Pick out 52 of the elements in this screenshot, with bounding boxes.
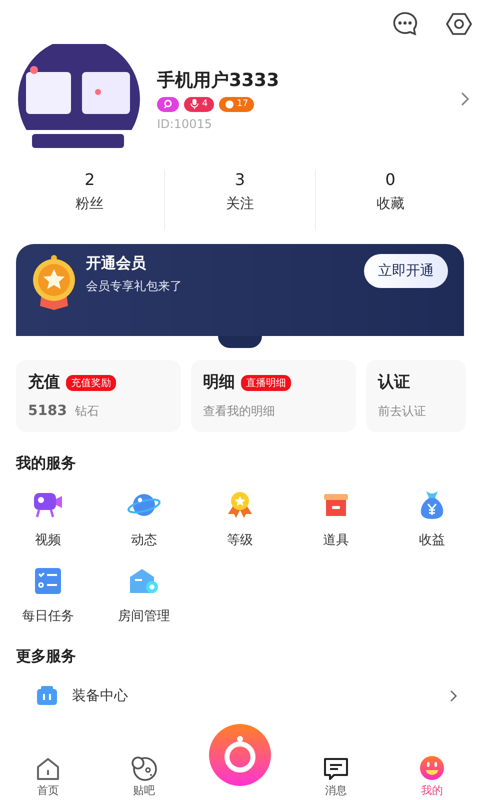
chevron-icon[interactable] [460,91,470,107]
star-medal-icon [32,254,76,310]
user-id: ID:10015 [157,116,213,130]
smiley-icon [419,755,445,781]
stat-label[interactable]: 关注 [226,195,254,213]
service-card[interactable]: 充值 充值奖励 5183 钻石 [16,360,181,432]
service-card[interactable]: 认证 前去认证 [366,360,466,432]
card-subtitle: 前去认证 [378,403,427,420]
home-icon [35,757,61,781]
service-label[interactable]: 视频 [35,531,61,549]
tab-item[interactable]: 贴吧 [96,744,192,800]
banner-notch [218,336,262,348]
chevron-icon[interactable] [450,690,458,702]
settings-icon[interactable] [445,10,473,38]
level-badge: 17 [218,96,254,112]
menu-item-label[interactable]: 装备中心 [72,687,436,705]
tab-item[interactable]: 消息 [288,744,384,800]
stat-value[interactable]: 0 [385,170,396,189]
service-label[interactable]: 道具 [323,531,349,549]
tag-label: 充值奖励 [66,374,116,390]
diamond-count: 5183 [28,403,67,419]
card-title: 充值 [28,372,60,393]
service-label[interactable]: 动态 [131,531,157,549]
stat-label[interactable]: 收藏 [376,195,404,213]
diamond-unit: 钻石 [74,403,99,420]
vip-title: 开通会员 [86,254,147,273]
bubbles-icon [130,755,158,781]
open-vip-button[interactable]: 立即开通 [364,254,448,288]
section-title: 更多服务 [16,647,76,666]
card-title: 明细 [203,372,235,393]
card-subtitle: 查看我的明细 [203,403,276,420]
service-label[interactable]: 收益 [419,531,445,549]
service-card[interactable]: 明细 直播明细 查看我的明细 [191,360,356,432]
suitcase-icon [36,686,58,706]
stat-value[interactable]: 3 [234,170,246,189]
level-badge: 4 [184,96,214,112]
user-name: 手机用户3333 [157,68,280,92]
chat-icon[interactable] [391,10,419,38]
message-icon [323,757,349,781]
vip-subtitle: 会员专享礼包来了 [86,278,183,295]
service-label[interactable]: 房间管理 [118,607,170,625]
vip-banner[interactable]: 开通会员 会员专享礼包来了 立即开通 [16,244,464,336]
card-title: 认证 [378,372,410,393]
service-label[interactable]: 每日任务 [22,607,74,625]
service-label[interactable]: 等级 [227,531,253,549]
checklist-icon[interactable] [34,565,62,597]
stat-label[interactable]: 粉丝 [76,195,104,213]
stat-value[interactable]: 2 [84,170,95,189]
section-title: 我的服务 [16,454,76,473]
tab-item[interactable]: 我的 [384,744,480,800]
tag-label: 直播明细 [241,374,291,390]
tab-item[interactable]: 首页 [0,744,96,800]
